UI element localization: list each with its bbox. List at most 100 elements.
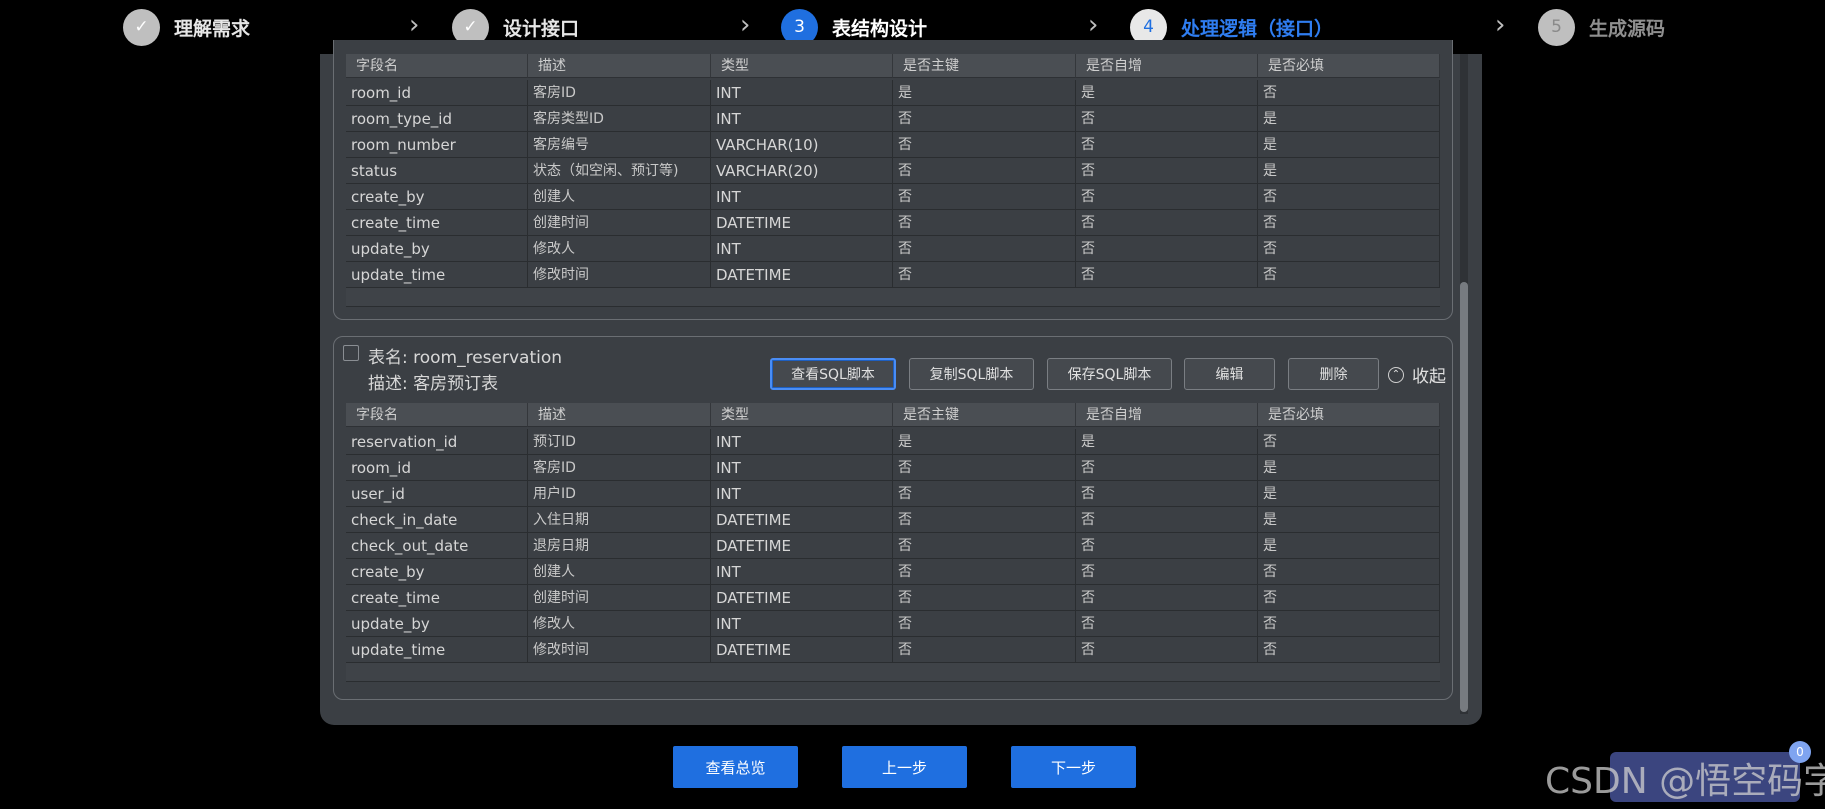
- chevron-right-icon: ›: [1495, 10, 1506, 40]
- description-cell: 修改人: [528, 611, 711, 637]
- required-cell: 否: [1258, 80, 1440, 106]
- primary-key-cell: 否: [893, 132, 1076, 158]
- field-name-cell: update_time: [346, 262, 528, 288]
- table-row[interactable]: update_time 修改时间 DATETIME 否否否: [346, 262, 1440, 288]
- table-row[interactable]: room_type_id 客房类型ID INT 否否是: [346, 106, 1440, 132]
- table-row[interactable]: update_time 修改时间 DATETIME 否否否: [346, 637, 1440, 663]
- table-row[interactable]: status 状态（如空闲、预订等) VARCHAR(20) 否否是: [346, 158, 1440, 184]
- view-sql-button[interactable]: 查看SQL脚本: [770, 358, 896, 390]
- scrollbar-thumb[interactable]: [1460, 282, 1468, 712]
- field-name-cell: check_in_date: [346, 507, 528, 533]
- type-cell: INT: [711, 559, 893, 585]
- field-name-cell: status: [346, 158, 528, 184]
- description-cell: 状态（如空闲、预订等): [528, 158, 711, 184]
- field-name-cell: room_number: [346, 132, 528, 158]
- auto-increment-cell: 是: [1076, 429, 1258, 455]
- step-2-label: 设计接口: [503, 17, 580, 40]
- table-room: 字段名 描述 类型 是否主键 是否自增 是否必填 room_id 客房ID INT 是…: [346, 54, 1440, 307]
- table-select-checkbox[interactable]: [343, 345, 359, 361]
- type-cell: INT: [711, 481, 893, 507]
- type-cell: VARCHAR(10): [711, 132, 893, 158]
- type-cell: INT: [711, 106, 893, 132]
- auto-increment-cell: 是: [1076, 80, 1258, 106]
- type-cell: DATETIME: [711, 585, 893, 611]
- field-name-cell: room_id: [346, 455, 528, 481]
- primary-key-cell: 否: [893, 236, 1076, 262]
- field-name-cell: update_by: [346, 611, 528, 637]
- chevron-right-icon: ›: [740, 10, 751, 40]
- required-cell: 否: [1258, 429, 1440, 455]
- table-row[interactable]: create_time 创建时间 DATETIME 否否否: [346, 585, 1440, 611]
- column-header: 描述: [528, 403, 711, 427]
- field-name-cell: room_type_id: [346, 106, 528, 132]
- required-cell: 否: [1258, 637, 1440, 663]
- primary-key-cell: 是: [893, 429, 1076, 455]
- table-row[interactable]: create_time 创建时间 DATETIME 否否否: [346, 210, 1440, 236]
- collapse-button[interactable]: ⌃ 收起: [1388, 362, 1446, 387]
- field-name-cell: create_by: [346, 559, 528, 585]
- csdn-watermark: CSDN @悟空码字: [1545, 761, 1825, 802]
- description-cell: 创建时间: [528, 210, 711, 236]
- primary-key-cell: 否: [893, 481, 1076, 507]
- table-row[interactable]: user_id 用户ID INT 否否是: [346, 481, 1440, 507]
- primary-key-cell: 否: [893, 507, 1076, 533]
- table-row[interactable]: check_out_date 退房日期 DATETIME 否否是: [346, 533, 1440, 559]
- auto-increment-cell: 否: [1076, 262, 1258, 288]
- column-header: 是否主键: [893, 403, 1076, 427]
- step-generate-source[interactable]: 5 生成源码: [1538, 7, 1665, 47]
- table-row[interactable]: create_by 创建人 INT 否否否: [346, 184, 1440, 210]
- required-cell: 否: [1258, 559, 1440, 585]
- auto-increment-cell: 否: [1076, 585, 1258, 611]
- next-step-button[interactable]: 下一步: [1011, 746, 1136, 788]
- description-cell: 修改时间: [528, 637, 711, 663]
- column-header: 类型: [711, 54, 893, 78]
- chevron-right-icon: ›: [1088, 10, 1099, 40]
- step-1-label: 理解需求: [174, 17, 251, 40]
- table-row[interactable]: room_id 客房ID INT 否否是: [346, 455, 1440, 481]
- step-understand-requirements[interactable]: ✓ 理解需求: [123, 7, 250, 47]
- type-cell: INT: [711, 455, 893, 481]
- table-row[interactable]: update_by 修改人 INT 否否否: [346, 236, 1440, 262]
- required-cell: 是: [1258, 158, 1440, 184]
- table-row[interactable]: room_number 客房编号 VARCHAR(10) 否否是: [346, 132, 1440, 158]
- primary-key-cell: 否: [893, 210, 1076, 236]
- edit-button[interactable]: 编辑: [1184, 358, 1275, 390]
- column-header: 字段名: [346, 54, 528, 78]
- type-cell: VARCHAR(20): [711, 158, 893, 184]
- field-name-cell: room_id: [346, 80, 528, 106]
- required-cell: 否: [1258, 585, 1440, 611]
- auto-increment-cell: 否: [1076, 637, 1258, 663]
- required-cell: 否: [1258, 611, 1440, 637]
- auto-increment-cell: 否: [1076, 481, 1258, 507]
- type-cell: DATETIME: [711, 262, 893, 288]
- required-cell: 是: [1258, 507, 1440, 533]
- notification-badge[interactable]: 0: [1789, 741, 1811, 763]
- description-cell: 用户ID: [528, 481, 711, 507]
- description-cell: 入住日期: [528, 507, 711, 533]
- previous-step-button[interactable]: 上一步: [842, 746, 967, 788]
- copy-sql-button[interactable]: 复制SQL脚本: [909, 358, 1034, 390]
- table-row[interactable]: reservation_id 预订ID INT 是是否: [346, 429, 1440, 455]
- table-room-reservation: 字段名 描述 类型 是否主键 是否自增 是否必填 reservation_id 预…: [346, 403, 1440, 682]
- type-cell: INT: [711, 80, 893, 106]
- primary-key-cell: 否: [893, 106, 1076, 132]
- field-name-cell: create_time: [346, 210, 528, 236]
- table-row[interactable]: update_by 修改人 INT 否否否: [346, 611, 1440, 637]
- delete-button[interactable]: 删除: [1288, 358, 1379, 390]
- table-row[interactable]: create_by 创建人 INT 否否否: [346, 559, 1440, 585]
- field-name-cell: update_time: [346, 637, 528, 663]
- step-1-check-icon: ✓: [123, 8, 160, 46]
- chevron-up-icon: ⌃: [1388, 366, 1404, 383]
- required-cell: 否: [1258, 210, 1440, 236]
- table-row[interactable]: room_id 客房ID INT 是是否: [346, 80, 1440, 106]
- save-sql-button[interactable]: 保存SQL脚本: [1047, 358, 1172, 390]
- auto-increment-cell: 否: [1076, 158, 1258, 184]
- table-header: 字段名 描述 类型 是否主键 是否自增 是否必填: [346, 403, 1440, 429]
- table-row[interactable]: check_in_date 入住日期 DATETIME 否否是: [346, 507, 1440, 533]
- view-overview-button[interactable]: 查看总览: [673, 746, 798, 788]
- type-cell: DATETIME: [711, 210, 893, 236]
- type-cell: DATETIME: [711, 533, 893, 559]
- primary-key-cell: 否: [893, 184, 1076, 210]
- field-name-cell: create_by: [346, 184, 528, 210]
- required-cell: 否: [1258, 236, 1440, 262]
